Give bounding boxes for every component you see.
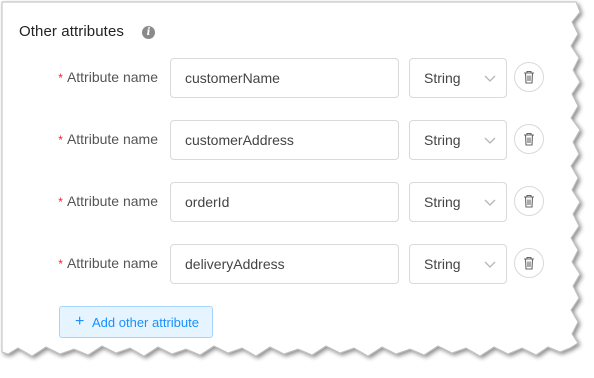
add-other-attribute-label: Add other attribute — [92, 315, 199, 330]
attribute-type-select[interactable]: String — [409, 182, 507, 222]
delete-attribute-button[interactable] — [514, 186, 544, 216]
attribute-name-label: * Attribute name — [58, 69, 158, 85]
trash-icon — [524, 256, 534, 270]
attribute-type-select[interactable]: String — [409, 244, 507, 284]
chevron-down-icon — [484, 199, 496, 206]
plus-icon: + — [75, 313, 85, 330]
attribute-type-value: String — [424, 132, 461, 148]
required-mark: * — [58, 257, 63, 271]
attribute-type-value: String — [424, 194, 461, 210]
trash-icon — [524, 70, 534, 84]
chevron-down-icon — [484, 75, 496, 82]
other-attributes-panel: Other attributes i * Attribute name custo… — [0, 0, 594, 378]
attribute-type-value: String — [424, 256, 461, 272]
delete-attribute-button[interactable] — [514, 248, 544, 278]
attribute-name-input[interactable]: deliveryAddress — [170, 244, 399, 284]
attribute-type-value: String — [424, 70, 461, 86]
attribute-type-select[interactable]: String — [409, 58, 507, 98]
attribute-name-input[interactable]: customerName — [170, 58, 399, 98]
chevron-down-icon — [484, 137, 496, 144]
chevron-down-icon — [484, 261, 496, 268]
attribute-name-input[interactable]: customerAddress — [170, 120, 399, 160]
required-mark: * — [58, 133, 63, 147]
required-mark: * — [58, 71, 63, 85]
add-other-attribute-button[interactable]: + Add other attribute — [59, 306, 213, 338]
section-title: Other attributes — [19, 23, 124, 40]
attribute-name-label: * Attribute name — [58, 131, 158, 147]
info-icon[interactable]: i — [142, 26, 155, 39]
attribute-row: * Attribute name orderId String — [0, 182, 560, 222]
trash-icon — [524, 132, 534, 146]
attribute-name-input[interactable]: orderId — [170, 182, 399, 222]
attribute-row: * Attribute name customerName String — [0, 58, 560, 98]
attribute-name-label: * Attribute name — [58, 255, 158, 271]
delete-attribute-button[interactable] — [514, 124, 544, 154]
trash-icon — [524, 194, 534, 208]
required-mark: * — [58, 195, 63, 209]
delete-attribute-button[interactable] — [514, 62, 544, 92]
attribute-name-label: * Attribute name — [58, 193, 158, 209]
attribute-row: * Attribute name deliveryAddress String — [0, 244, 560, 284]
attribute-type-select[interactable]: String — [409, 120, 507, 160]
attribute-row: * Attribute name customerAddress String — [0, 120, 560, 160]
